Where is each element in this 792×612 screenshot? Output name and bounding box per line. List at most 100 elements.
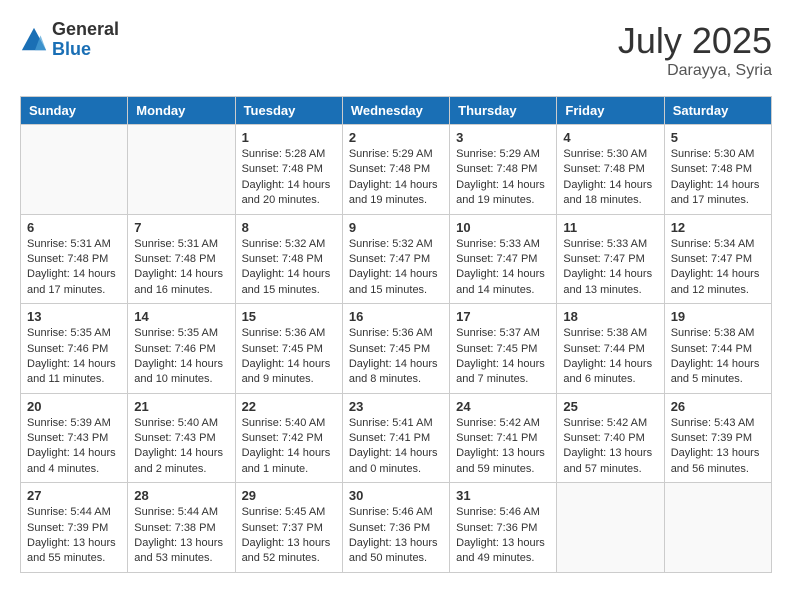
cell-line: Daylight: 14 hours <box>134 446 228 461</box>
calendar-cell: 7Sunrise: 5:31 AMSunset: 7:48 PMDaylight… <box>128 214 235 304</box>
cell-line: Sunrise: 5:29 AM <box>456 147 550 162</box>
cell-line: Sunrise: 5:45 AM <box>242 505 336 520</box>
calendar-cell: 14Sunrise: 5:35 AMSunset: 7:46 PMDayligh… <box>128 304 235 394</box>
cell-content: Sunrise: 5:40 AMSunset: 7:42 PMDaylight:… <box>242 416 336 478</box>
cell-line: Daylight: 14 hours <box>242 357 336 372</box>
cell-line: Daylight: 14 hours <box>349 267 443 282</box>
cell-line: Sunrise: 5:30 AM <box>671 147 765 162</box>
cell-content: Sunrise: 5:29 AMSunset: 7:48 PMDaylight:… <box>456 147 550 209</box>
cell-line: Sunrise: 5:34 AM <box>671 237 765 252</box>
calendar-table: SundayMondayTuesdayWednesdayThursdayFrid… <box>20 96 772 573</box>
weekday-header-row: SundayMondayTuesdayWednesdayThursdayFrid… <box>21 97 772 125</box>
cell-line: Sunset: 7:47 PM <box>349 252 443 267</box>
cell-line: Sunrise: 5:33 AM <box>563 237 657 252</box>
day-number: 9 <box>349 220 443 235</box>
cell-line: Sunrise: 5:32 AM <box>349 237 443 252</box>
cell-line: Daylight: 14 hours <box>456 357 550 372</box>
cell-content: Sunrise: 5:45 AMSunset: 7:37 PMDaylight:… <box>242 505 336 567</box>
day-number: 21 <box>134 399 228 414</box>
cell-line: Sunrise: 5:35 AM <box>27 326 121 341</box>
cell-line: and 12 minutes. <box>671 283 765 298</box>
cell-line: Sunrise: 5:35 AM <box>134 326 228 341</box>
cell-line: and 20 minutes. <box>242 193 336 208</box>
day-number: 15 <box>242 309 336 324</box>
cell-content: Sunrise: 5:46 AMSunset: 7:36 PMDaylight:… <box>456 505 550 567</box>
cell-content: Sunrise: 5:28 AMSunset: 7:48 PMDaylight:… <box>242 147 336 209</box>
cell-line: Sunrise: 5:28 AM <box>242 147 336 162</box>
calendar-cell: 24Sunrise: 5:42 AMSunset: 7:41 PMDayligh… <box>450 393 557 483</box>
calendar-cell: 12Sunrise: 5:34 AMSunset: 7:47 PMDayligh… <box>664 214 771 304</box>
cell-line: Sunrise: 5:46 AM <box>456 505 550 520</box>
cell-line: and 7 minutes. <box>456 372 550 387</box>
cell-line: Daylight: 13 hours <box>456 536 550 551</box>
cell-content: Sunrise: 5:39 AMSunset: 7:43 PMDaylight:… <box>27 416 121 478</box>
cell-line: Daylight: 14 hours <box>563 178 657 193</box>
page-header: General Blue July 2025 Darayya, Syria <box>20 20 772 80</box>
day-number: 1 <box>242 130 336 145</box>
cell-line: Daylight: 14 hours <box>349 178 443 193</box>
cell-line: and 6 minutes. <box>563 372 657 387</box>
calendar-cell: 15 Sunrise: 5:36 AMSunset: 7:45 PMDayligh… <box>235 304 342 394</box>
cell-content: Sunrise: 5:40 AMSunset: 7:43 PMDaylight:… <box>134 416 228 478</box>
day-number: 26 <box>671 399 765 414</box>
cell-line: and 0 minutes. <box>349 462 443 477</box>
cell-content: Sunrise: 5:36 AMSunset: 7:45 PMDaylight:… <box>242 326 336 388</box>
day-number: 4 <box>563 130 657 145</box>
cell-line: and 52 minutes. <box>242 551 336 566</box>
cell-line: and 56 minutes. <box>671 462 765 477</box>
cell-line: and 15 minutes. <box>349 283 443 298</box>
day-number: 19 <box>671 309 765 324</box>
day-number: 22 <box>242 399 336 414</box>
day-number: 8 <box>242 220 336 235</box>
calendar-cell: 30Sunrise: 5:46 AMSunset: 7:36 PMDayligh… <box>342 483 449 573</box>
cell-line: Sunrise: 5:36 AM <box>242 326 336 341</box>
cell-line: Sunset: 7:36 PM <box>456 521 550 536</box>
day-number: 29 <box>242 488 336 503</box>
day-number: 13 <box>27 309 121 324</box>
cell-line: Sunset: 7:42 PM <box>242 431 336 446</box>
calendar-cell: 26Sunrise: 5:43 AMSunset: 7:39 PMDayligh… <box>664 393 771 483</box>
cell-line: Sunset: 7:48 PM <box>242 252 336 267</box>
calendar-cell: 13Sunrise: 5:35 AMSunset: 7:46 PMDayligh… <box>21 304 128 394</box>
cell-line: Daylight: 14 hours <box>456 178 550 193</box>
cell-line: Daylight: 14 hours <box>671 357 765 372</box>
cell-content: Sunrise: 5:31 AMSunset: 7:48 PMDaylight:… <box>27 237 121 299</box>
cell-line: Sunrise: 5:41 AM <box>349 416 443 431</box>
calendar-cell: 17 Sunrise: 5:37 AMSunset: 7:45 PMDayligh… <box>450 304 557 394</box>
week-row: 27 Sunrise: 5:44 AMSunset: 7:39 PM Dayligh… <box>21 483 772 573</box>
cell-line: Sunrise: 5:37 AM <box>456 326 550 341</box>
day-number: 23 <box>349 399 443 414</box>
day-number: 17 <box>456 309 550 324</box>
cell-line: Sunrise: 5:38 AM <box>563 326 657 341</box>
cell-line: Daylight: 14 hours <box>456 267 550 282</box>
cell-content: Sunrise: 5:38 AMSunset: 7:44 PMDaylight:… <box>563 326 657 388</box>
cell-line: Daylight: 14 hours <box>27 357 121 372</box>
cell-line: Sunset: 7:39 PM <box>27 521 121 536</box>
cell-line: Sunrise: 5:44 AM <box>27 505 121 520</box>
cell-line: Daylight: 14 hours <box>349 446 443 461</box>
cell-line: and 11 minutes. <box>27 372 121 387</box>
cell-line: Sunset: 7:43 PM <box>134 431 228 446</box>
calendar-cell <box>557 483 664 573</box>
calendar-cell: 16Sunrise: 5:36 AMSunset: 7:45 PMDayligh… <box>342 304 449 394</box>
cell-line: Sunset: 7:39 PM <box>671 431 765 446</box>
cell-line: Sunset: 7:47 PM <box>563 252 657 267</box>
cell-line: and 19 minutes. <box>456 193 550 208</box>
cell-line: Sunset: 7:46 PM <box>134 342 228 357</box>
cell-content: Sunrise: 5:46 AMSunset: 7:36 PMDaylight:… <box>349 505 443 567</box>
cell-line: Sunset: 7:45 PM <box>456 342 550 357</box>
cell-content: Sunrise: 5:41 AMSunset: 7:41 PMDaylight:… <box>349 416 443 478</box>
weekday-header: Thursday <box>450 97 557 125</box>
day-number: 28 <box>134 488 228 503</box>
calendar-cell <box>21 125 128 215</box>
cell-line: Sunrise: 5:40 AM <box>242 416 336 431</box>
cell-content: Sunrise: 5:44 AMSunset: 7:38 PMDaylight:… <box>134 505 228 567</box>
cell-line: Daylight: 14 hours <box>671 178 765 193</box>
cell-line: and 53 minutes. <box>134 551 228 566</box>
cell-line: Sunrise: 5:29 AM <box>349 147 443 162</box>
calendar-cell: 29 Sunrise: 5:45 AMSunset: 7:37 PMDayligh… <box>235 483 342 573</box>
logo-icon <box>20 26 48 54</box>
day-number: 27 <box>27 488 121 503</box>
cell-line: Sunset: 7:45 PM <box>242 342 336 357</box>
cell-line: Sunset: 7:47 PM <box>456 252 550 267</box>
